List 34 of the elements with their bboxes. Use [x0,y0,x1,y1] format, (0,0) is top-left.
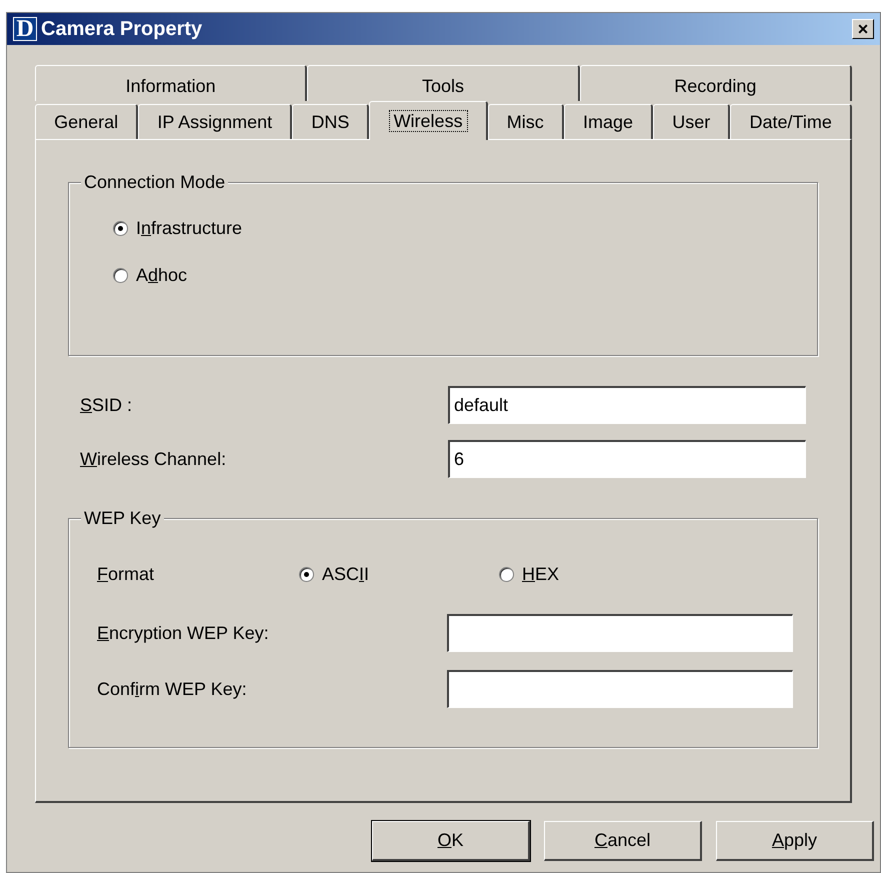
radio-label: Infrastructure [136,217,242,240]
field-label: Encryption WEP Key: [97,622,269,645]
text-field[interactable] [447,614,793,652]
field-label: SSID : [80,394,132,416]
tab[interactable]: Information [35,65,308,101]
radio-button[interactable] [299,567,314,582]
tab[interactable]: Image [564,104,654,139]
tab[interactable]: Tools [307,65,580,101]
tab[interactable]: Date/Time [730,104,852,139]
close-button[interactable]: × [852,19,874,39]
radio-label: ASCII [322,563,370,586]
dialog-button[interactable]: Apply [716,821,874,861]
window-title: Camera Property [41,17,202,42]
field-label: Wireless Channel: [80,448,226,470]
app-logo: D [13,17,37,41]
text-field[interactable]: default [448,386,806,424]
tab[interactable]: Wireless [369,101,488,140]
text-field[interactable] [447,670,793,708]
dialog-button[interactable]: Cancel [544,821,702,861]
radio-label: HEX [522,563,560,586]
tab[interactable]: Recording [580,65,852,101]
text-field[interactable]: 6 [448,440,806,478]
radio-button[interactable] [113,268,128,283]
radio-label: Adhoc [136,264,188,287]
field-label: Format [97,563,156,586]
tab[interactable]: DNS [292,104,370,139]
tab[interactable]: Misc [488,104,564,139]
field-label: Confirm WEP Key: [97,678,247,701]
tab[interactable]: General [35,104,138,139]
dialog-button[interactable]: OK [372,821,530,861]
tab[interactable]: User [653,104,730,139]
radio-button[interactable] [113,221,128,236]
tab[interactable]: IP Assignment [138,104,292,139]
radio-button[interactable] [499,567,514,582]
